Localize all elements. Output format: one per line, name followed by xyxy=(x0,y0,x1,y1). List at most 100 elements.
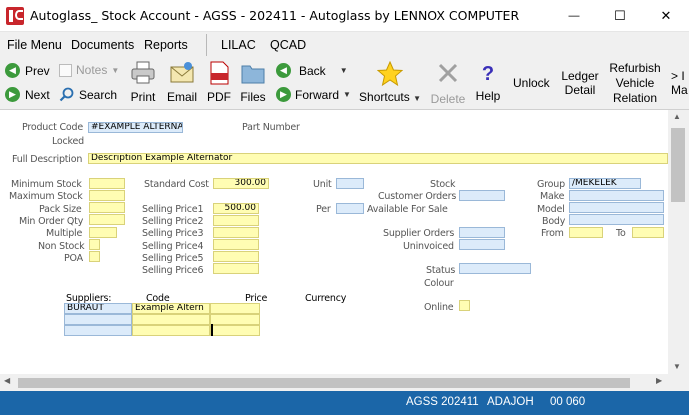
selling-price6-label: Selling Price6 xyxy=(142,265,204,276)
supplier-code-cell[interactable] xyxy=(132,325,210,336)
selling-price2-field[interactable] xyxy=(213,215,259,226)
supplier-orders-field[interactable] xyxy=(459,227,505,238)
supplier-code-cell[interactable] xyxy=(132,314,210,325)
refurbish-vehicle-relation-button[interactable]: Refurbish Vehicle Relation xyxy=(608,61,662,106)
scroll-up-icon[interactable]: ▲ xyxy=(673,112,681,121)
online-checkbox[interactable] xyxy=(459,300,470,311)
menu-divider xyxy=(206,34,207,56)
menu-file[interactable]: File Menu xyxy=(7,38,62,52)
customer-orders-field[interactable] xyxy=(459,190,505,201)
stock-label: Stock xyxy=(430,179,456,190)
minimize-button[interactable]: — xyxy=(551,0,597,32)
search-button[interactable]: Search xyxy=(59,87,117,102)
more-toolbar-button[interactable]: > I Ma xyxy=(671,69,689,97)
forward-button[interactable]: ▶ Forward ▼ xyxy=(276,87,351,102)
uninvoiced-label: Uninvoiced xyxy=(403,241,454,252)
min-order-qty-field[interactable] xyxy=(89,214,125,225)
scroll-down-icon[interactable]: ▼ xyxy=(673,362,681,371)
product-code-label: Product Code xyxy=(22,122,84,133)
poa-checkbox[interactable] xyxy=(89,251,100,262)
colour-label: Colour xyxy=(424,278,454,289)
pdf-icon xyxy=(210,61,229,85)
from-field[interactable] xyxy=(569,227,603,238)
maximize-icon: ☐ xyxy=(614,8,626,23)
selling-price5-label: Selling Price5 xyxy=(142,253,204,264)
scroll-right-icon[interactable]: ▶ xyxy=(656,376,662,385)
per-field[interactable] xyxy=(336,203,364,214)
multiple-label: Multiple xyxy=(46,228,83,239)
vertical-scroll-thumb[interactable] xyxy=(671,128,685,202)
selling-price4-field[interactable] xyxy=(213,239,259,250)
forward-label: Forward xyxy=(295,87,340,102)
supplier-orders-label: Supplier Orders xyxy=(383,228,455,239)
part-number-label: Part Number xyxy=(242,122,300,133)
body-field[interactable] xyxy=(569,214,664,225)
model-label: Model xyxy=(537,204,565,215)
app-logo-icon xyxy=(6,7,24,25)
make-field[interactable] xyxy=(569,190,664,201)
selling-price3-field[interactable] xyxy=(213,227,259,238)
notes-button[interactable]: Notes ▼ xyxy=(59,63,119,77)
menu-documents[interactable]: Documents xyxy=(71,38,134,52)
to-field[interactable] xyxy=(632,227,664,238)
supplier-code-cell[interactable]: Example Altern xyxy=(132,303,210,314)
prev-label: Prev xyxy=(25,63,50,78)
shortcuts-button[interactable]: Shortcuts ▼ xyxy=(357,60,423,104)
prev-button[interactable]: ◀ Prev xyxy=(5,63,50,78)
help-label: Help xyxy=(475,89,501,103)
selling-price5-field[interactable] xyxy=(213,251,259,262)
pack-size-field[interactable] xyxy=(89,202,125,213)
supplier-cell[interactable] xyxy=(64,325,132,336)
multiple-field[interactable] xyxy=(89,227,117,238)
chevron-down-icon: ▼ xyxy=(111,65,120,75)
to-label: To xyxy=(616,228,626,239)
horizontal-scroll-thumb[interactable] xyxy=(18,378,630,388)
help-button[interactable]: ? Help xyxy=(474,61,502,103)
model-field[interactable] xyxy=(569,202,664,213)
min-order-qty-label: Min Order Qty xyxy=(19,216,84,227)
close-button[interactable]: ✕ xyxy=(643,0,689,32)
supplier-cell[interactable]: BURAUT xyxy=(64,303,132,314)
maximum-stock-field[interactable] xyxy=(89,190,125,201)
unit-field[interactable] xyxy=(336,178,364,189)
selling-price2-label: Selling Price2 xyxy=(142,216,204,227)
supplier-price-cell[interactable] xyxy=(210,314,260,325)
menu-reports[interactable]: Reports xyxy=(144,38,188,52)
arrow-right-icon: ▶ xyxy=(276,87,291,102)
supplier-price-cell[interactable] xyxy=(210,325,260,336)
files-button[interactable]: Files xyxy=(238,61,268,104)
unlock-button[interactable]: Unlock xyxy=(513,76,550,90)
files-label: Files xyxy=(240,90,266,104)
minimum-stock-field[interactable] xyxy=(89,178,125,189)
delete-button[interactable]: Delete xyxy=(430,61,466,106)
text-cursor xyxy=(211,324,213,336)
status-field[interactable] xyxy=(459,263,531,274)
menu-qcad[interactable]: QCAD xyxy=(270,38,306,52)
menu-lilac[interactable]: LILAC xyxy=(221,38,256,52)
selling-price1-field[interactable]: 500.00 xyxy=(213,203,259,214)
full-description-field[interactable]: Description Example Alternator xyxy=(88,153,668,164)
next-label: Next xyxy=(25,87,50,102)
scroll-left-icon[interactable]: ◀ xyxy=(4,376,10,385)
uninvoiced-field[interactable] xyxy=(459,239,505,250)
ledger-detail-button[interactable]: Ledger Detail xyxy=(560,69,600,97)
full-description-label: Full Description xyxy=(12,154,83,165)
email-button[interactable]: Email xyxy=(165,61,199,104)
supplier-price-cell[interactable] xyxy=(210,303,260,314)
window-title: Autoglass_ Stock Account - AGSS - 202411… xyxy=(30,8,520,23)
group-field[interactable]: /MEKELEK xyxy=(569,178,641,189)
print-button[interactable]: Print xyxy=(128,61,158,104)
selling-price6-field[interactable] xyxy=(213,263,259,274)
status-user: ADAJOH xyxy=(487,396,534,408)
next-button[interactable]: ▶ Next xyxy=(5,87,50,102)
star-icon xyxy=(376,60,404,87)
ledger-detail-label-1: Ledger xyxy=(561,69,599,83)
back-button[interactable]: ◀ Back ▼ xyxy=(276,63,348,78)
maximize-button[interactable]: ☐ xyxy=(597,0,643,32)
pdf-button[interactable]: PDF xyxy=(205,61,233,104)
non-stock-checkbox[interactable] xyxy=(89,239,100,250)
standard-cost-field[interactable]: 300.00 xyxy=(213,178,269,189)
arrow-right-icon: ▶ xyxy=(5,87,20,102)
supplier-cell[interactable] xyxy=(64,314,132,325)
product-code-field[interactable]: #EXAMPLE ALTERNA xyxy=(88,122,183,133)
